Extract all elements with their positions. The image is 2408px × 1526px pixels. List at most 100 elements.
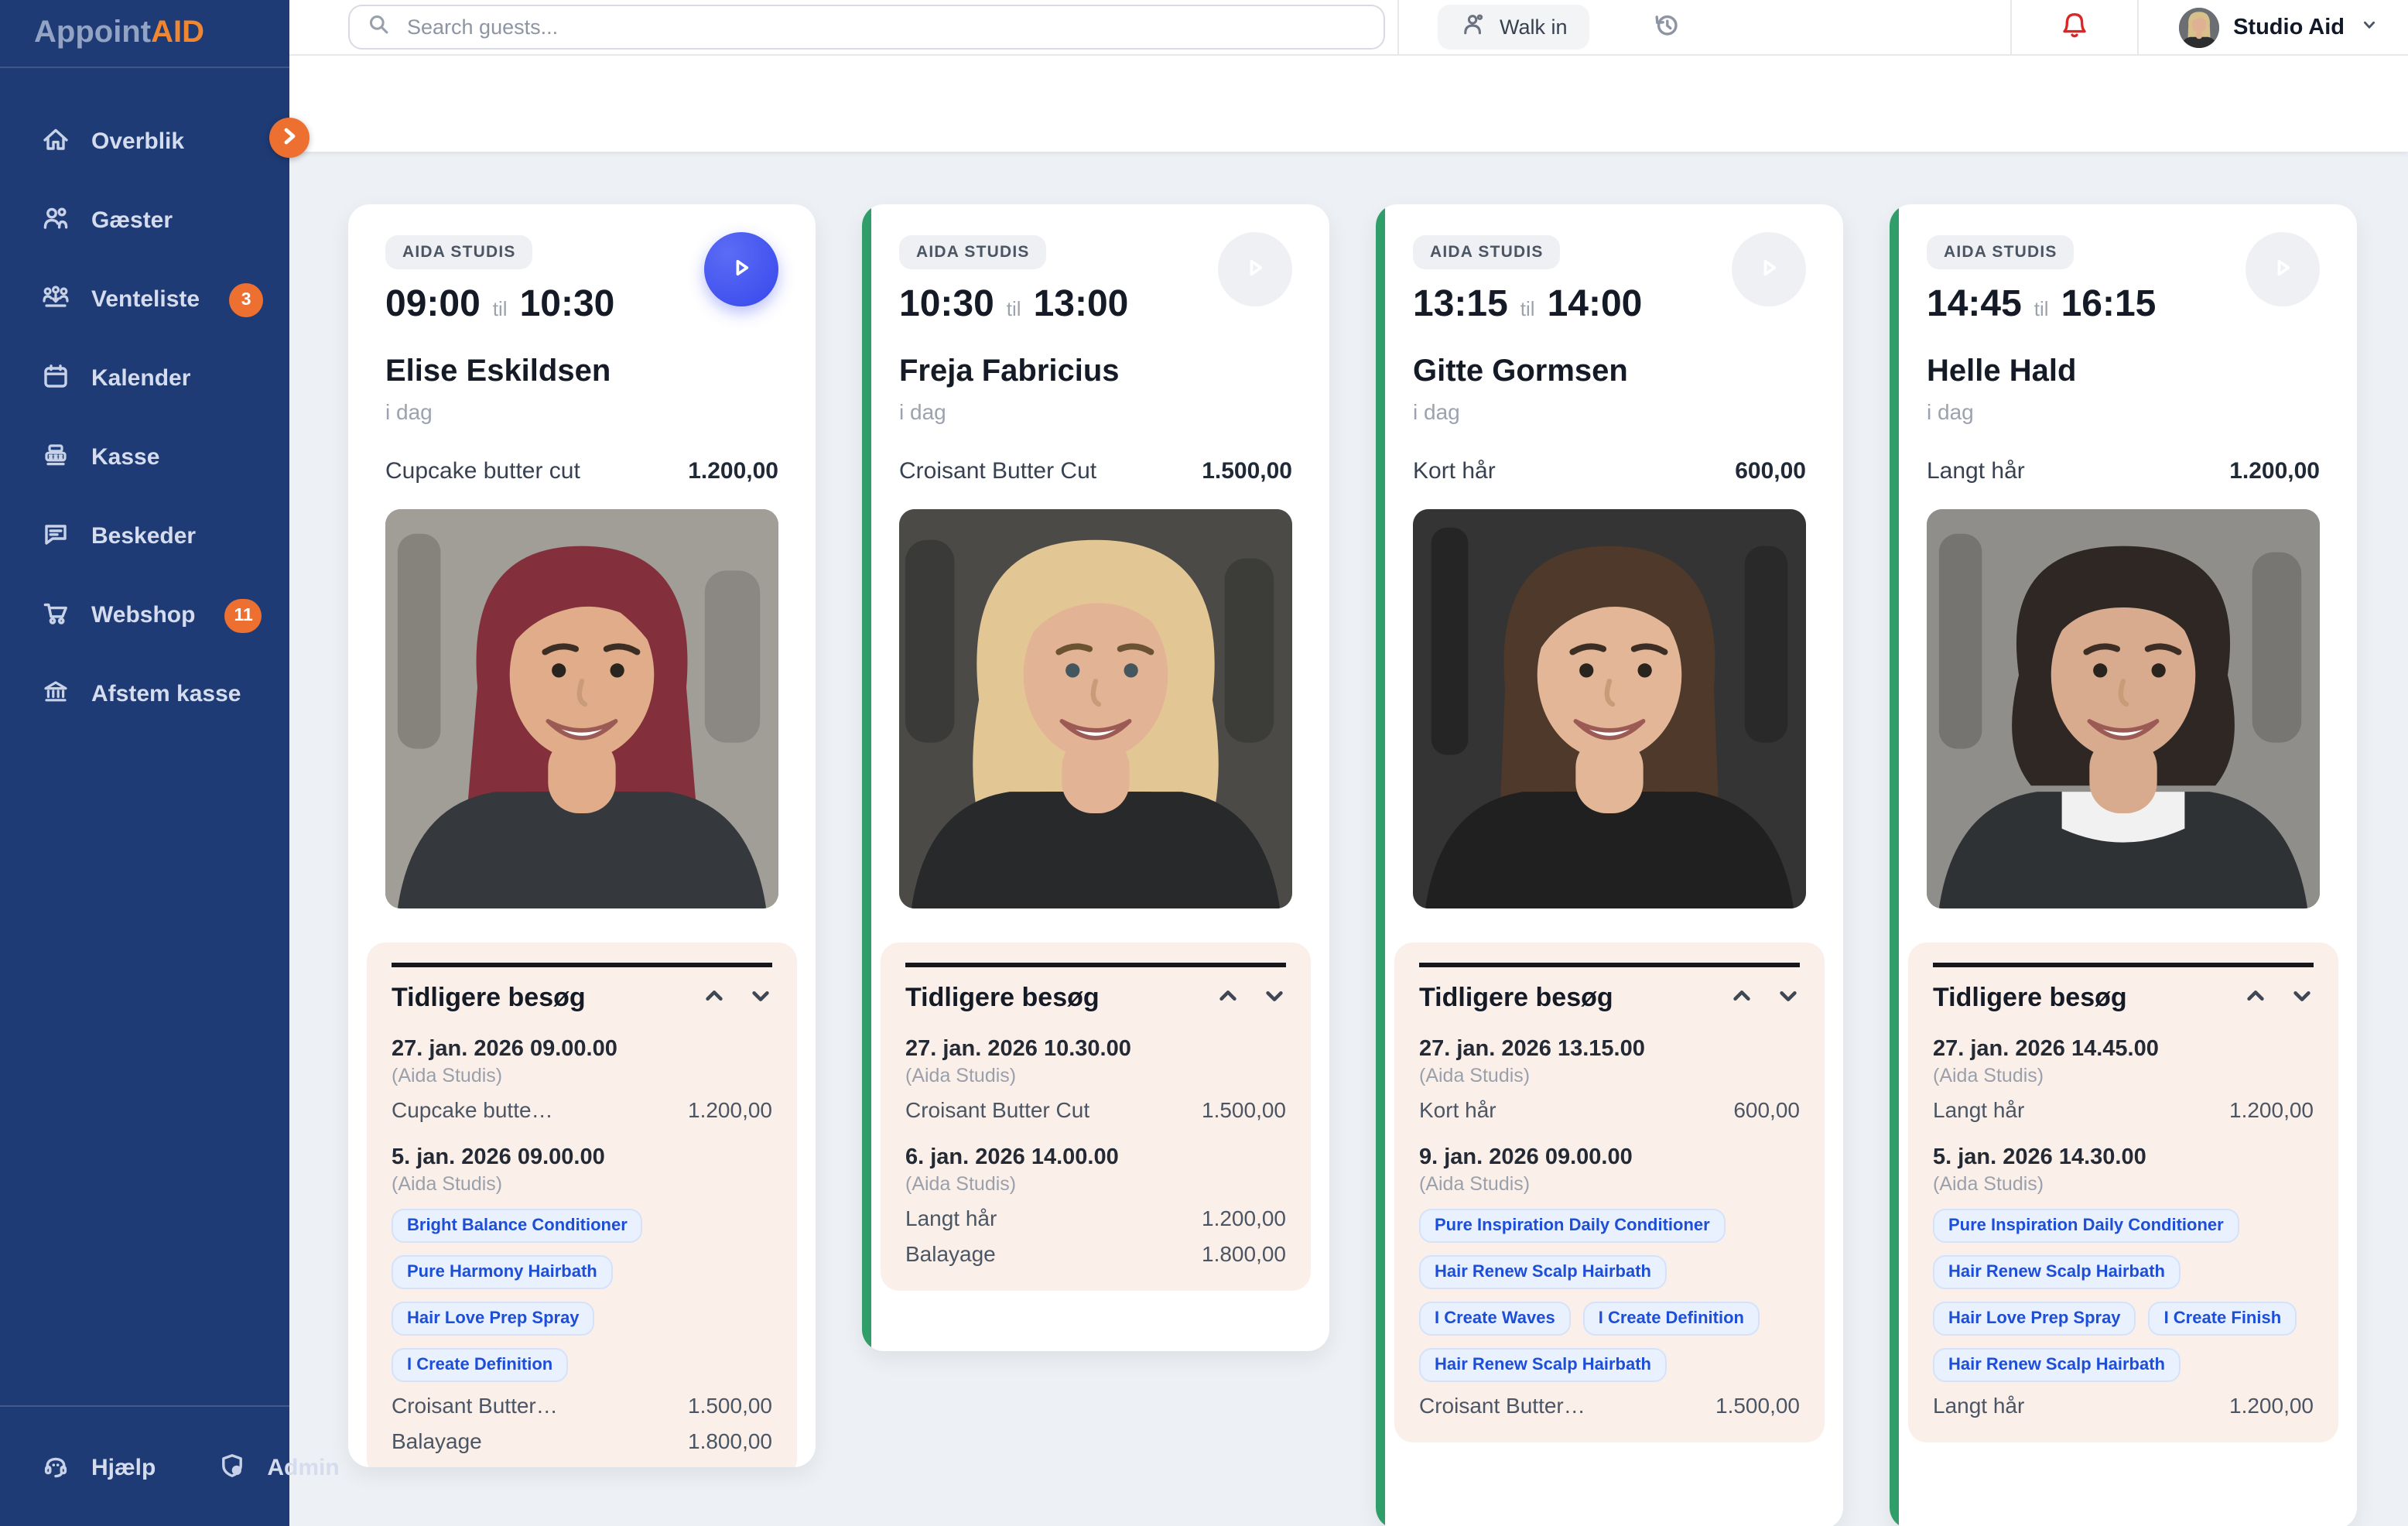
visit-service-name: Langt hår bbox=[1933, 1097, 2024, 1122]
visit-location: (Aida Studis) bbox=[392, 1065, 772, 1086]
app-logo-suffix: AID bbox=[151, 15, 204, 51]
visit-entry: 27. jan. 2026 09.00.00 (Aida Studis) Cup… bbox=[392, 1037, 772, 1122]
guests-icon bbox=[40, 202, 71, 239]
visit-service-price: 1.500,00 bbox=[1202, 1097, 1286, 1122]
recent-history-button[interactable] bbox=[1651, 9, 1682, 45]
start-appointment-button[interactable] bbox=[704, 232, 778, 306]
visit-entry: 6. jan. 2026 14.00.00 (Aida Studis) Lang… bbox=[905, 1145, 1286, 1266]
sidebar-item-kalender[interactable]: Kalender bbox=[0, 339, 289, 418]
visit-location: (Aida Studis) bbox=[1933, 1065, 2314, 1086]
sidebar-item-gaester[interactable]: Gæster bbox=[0, 181, 289, 260]
sidebar-item-label: Overblik bbox=[91, 128, 184, 155]
walk-in-label: Walk in bbox=[1500, 15, 1568, 39]
visit-datetime: 27. jan. 2026 14.45.00 bbox=[1933, 1037, 2314, 1062]
product-tag: Hair Love Prep Spray bbox=[1933, 1302, 2136, 1336]
guest-search bbox=[348, 5, 1385, 50]
sidebar-item-venteliste[interactable]: Venteliste 3 bbox=[0, 260, 289, 339]
product-tags: Pure Inspiration Daily Conditioner Hair … bbox=[1419, 1209, 1800, 1382]
product-tags: Bright Balance Conditioner Pure Harmony … bbox=[392, 1209, 772, 1382]
search-input[interactable] bbox=[404, 14, 1368, 40]
notifications-button[interactable] bbox=[2012, 0, 2137, 54]
start-time: 09:00 bbox=[385, 283, 481, 327]
visit-location: (Aida Studis) bbox=[905, 1173, 1286, 1195]
end-time: 16:15 bbox=[2061, 283, 2157, 327]
appointment-card[interactable]: AIDA STUDIS 10:30 til 13:00 Freja Fabric… bbox=[862, 204, 1329, 1351]
product-tag: Bright Balance Conditioner bbox=[392, 1209, 643, 1243]
visit-service-name: Langt hår bbox=[905, 1206, 997, 1230]
visit-service-price: 1.200,00 bbox=[1202, 1206, 1286, 1230]
sidebar-item-label: Afstem kasse bbox=[91, 681, 241, 707]
start-appointment-button[interactable] bbox=[1218, 232, 1292, 306]
product-tags: Pure Inspiration Daily Conditioner Hair … bbox=[1933, 1209, 2314, 1382]
sidebar-item-webshop[interactable]: Webshop 11 bbox=[0, 576, 289, 655]
start-time: 10:30 bbox=[899, 283, 994, 327]
visit-service-name: Kort hår bbox=[1419, 1097, 1496, 1122]
visit-service-name: Croisant Butter… bbox=[392, 1393, 558, 1418]
appointment-time: 10:30 til 13:00 bbox=[899, 283, 1128, 327]
collapse-down-button[interactable] bbox=[1777, 984, 1800, 1012]
play-icon bbox=[1752, 250, 1786, 289]
account-name: Studio Aid bbox=[2233, 15, 2345, 39]
end-time: 14:00 bbox=[1548, 283, 1643, 327]
collapse-up-button[interactable] bbox=[703, 984, 726, 1012]
product-tag: I Create Finish bbox=[2149, 1302, 2297, 1336]
sidebar-item-kasse[interactable]: Kasse bbox=[0, 418, 289, 497]
start-appointment-button[interactable] bbox=[2246, 232, 2320, 306]
sidebar-expand-button[interactable] bbox=[269, 118, 310, 158]
headset-icon bbox=[40, 1449, 71, 1487]
sidebar-item-overblik[interactable]: Overblik bbox=[0, 102, 289, 181]
sidebar-item-afstem-kasse[interactable]: Afstem kasse bbox=[0, 655, 289, 734]
sidebar-item-beskeder[interactable]: Beskeder bbox=[0, 497, 289, 576]
appointment-card[interactable]: AIDA STUDIS 13:15 til 14:00 Gitte Gormse… bbox=[1376, 204, 1843, 1526]
sidebar-item-hjaelp[interactable]: Hjælp Admin bbox=[0, 1428, 289, 1507]
collapse-down-button[interactable] bbox=[2290, 984, 2314, 1012]
app-window: AppointAID Overblik Gæster Venteliste 3 … bbox=[0, 0, 2408, 1526]
topbar-right: Studio Aid bbox=[2010, 0, 2408, 54]
start-time: 13:15 bbox=[1413, 283, 1508, 327]
app-logo-prefix: Appoint bbox=[34, 15, 151, 51]
relative-day-label: i dag bbox=[899, 399, 1292, 424]
shield-icon bbox=[216, 1449, 247, 1487]
previous-visits-title: Tidligere besøg bbox=[1419, 983, 1613, 1014]
search-icon bbox=[365, 10, 392, 44]
product-tag: I Create Definition bbox=[1583, 1302, 1760, 1336]
service-row: Langt hår 1.200,00 bbox=[1927, 458, 2320, 484]
collapse-up-button[interactable] bbox=[1730, 984, 1753, 1012]
avatar bbox=[2179, 7, 2219, 47]
visit-service-line: Cupcake butte…1.200,00 bbox=[392, 1097, 772, 1122]
sidebar-item-label: Hjælp bbox=[91, 1455, 156, 1481]
collapse-up-button[interactable] bbox=[1216, 984, 1240, 1012]
service-row: Kort hår 600,00 bbox=[1413, 458, 1806, 484]
sidebar-item-admin[interactable]: Admin bbox=[176, 1428, 357, 1507]
appointment-card[interactable]: AIDA STUDIS 14:45 til 16:15 Helle Hald i… bbox=[1890, 204, 2357, 1526]
walk-in-button[interactable]: Walk in bbox=[1438, 5, 1589, 50]
customer-name: Gitte Gormsen bbox=[1413, 354, 1806, 390]
divider bbox=[1397, 0, 1399, 54]
visit-entry: 5. jan. 2026 09.00.00 (Aida Studis) Brig… bbox=[392, 1145, 772, 1453]
visit-service-name: Croisant Butter… bbox=[1419, 1393, 1585, 1418]
studio-chip: AIDA STUDIS bbox=[385, 235, 533, 269]
collapse-down-button[interactable] bbox=[1263, 984, 1286, 1012]
account-menu[interactable]: Studio Aid bbox=[2139, 0, 2408, 54]
previous-visits-title: Tidligere besøg bbox=[1933, 983, 2127, 1014]
sidebar: AppointAID Overblik Gæster Venteliste 3 … bbox=[0, 0, 289, 1526]
til-label: til bbox=[493, 297, 508, 320]
previous-visits-section: Tidligere besøg 27. jan. 2026 09.00.00 (… bbox=[367, 943, 797, 1467]
product-tag: Hair Renew Scalp Hairbath bbox=[1419, 1348, 1667, 1382]
collapse-down-button[interactable] bbox=[749, 984, 772, 1012]
studio-chip: AIDA STUDIS bbox=[1927, 235, 2075, 269]
sidebar-item-label: Venteliste bbox=[91, 286, 200, 313]
product-tag: I Create Definition bbox=[392, 1348, 568, 1382]
appointment-card[interactable]: AIDA STUDIS 09:00 til 10:30 Elise Eskild… bbox=[348, 204, 816, 1467]
sidebar-item-label: Admin bbox=[267, 1455, 339, 1481]
bell-icon bbox=[2058, 9, 2091, 46]
end-time: 13:00 bbox=[1034, 283, 1129, 327]
end-time: 10:30 bbox=[520, 283, 615, 327]
visit-service-price: 1.500,00 bbox=[688, 1393, 772, 1418]
customer-photo bbox=[1413, 509, 1806, 908]
appointments-area: AIDA STUDIS 09:00 til 10:30 Elise Eskild… bbox=[289, 152, 2408, 1526]
product-tag: Pure Inspiration Daily Conditioner bbox=[1419, 1209, 1726, 1243]
collapse-up-button[interactable] bbox=[2244, 984, 2267, 1012]
start-appointment-button[interactable] bbox=[1732, 232, 1806, 306]
relative-day-label: i dag bbox=[385, 399, 778, 424]
